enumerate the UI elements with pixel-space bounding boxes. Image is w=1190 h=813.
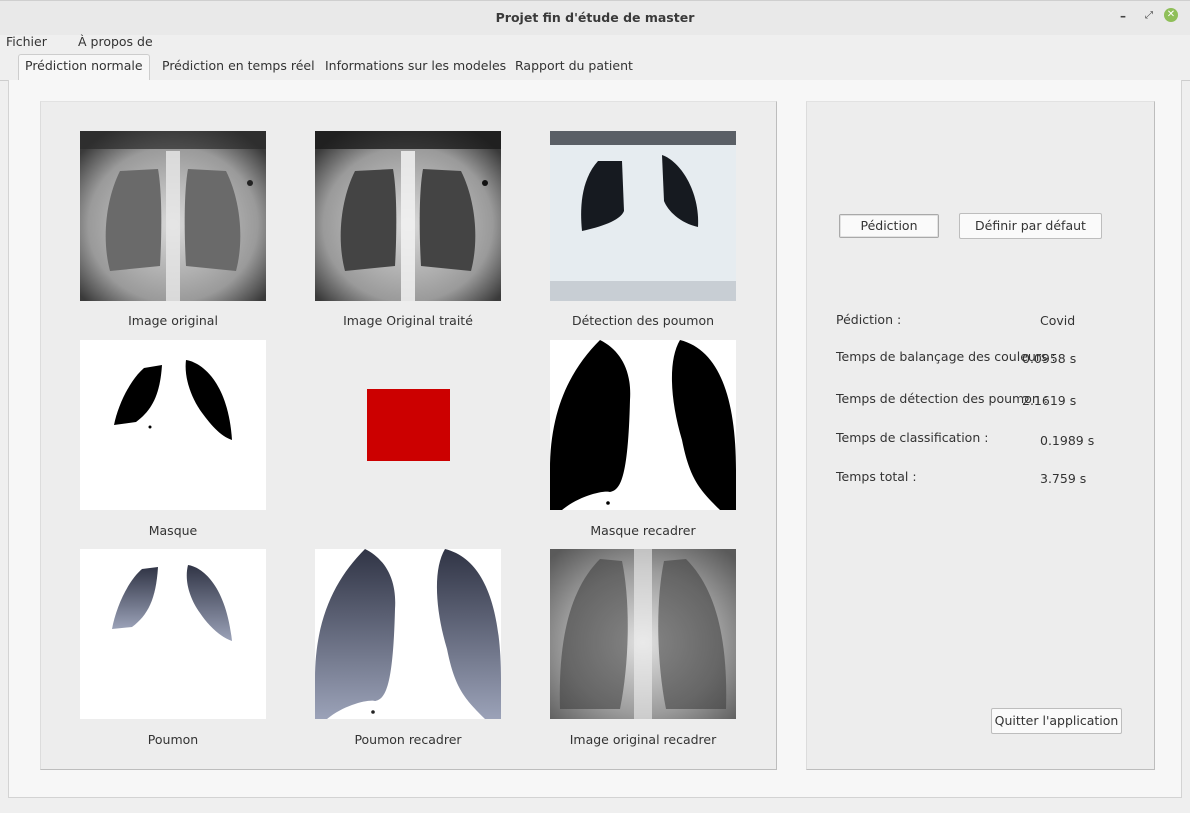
cropped-lungs-image: [315, 549, 501, 719]
lung-detection-image: [550, 131, 736, 301]
result-value-lung-detection: 2.1619 s: [1022, 393, 1077, 408]
result-value-total: 3.759 s: [1040, 471, 1087, 486]
result-value-prediction: Covid: [1040, 313, 1076, 328]
result-label-prediction: Pédiction :: [836, 312, 902, 327]
maximize-icon[interactable]: ⤢: [1141, 8, 1157, 24]
result-label-total: Temps total :: [836, 469, 917, 484]
caption-image-original: Image original: [128, 313, 218, 328]
menu-fichier[interactable]: Fichier: [6, 34, 47, 49]
close-icon: ✕: [1164, 8, 1178, 22]
tab-prediction-temps-reel[interactable]: Prédiction en temps réel: [162, 58, 315, 73]
original-image: [80, 131, 266, 301]
caption-image-original-traite: Image Original traité: [343, 313, 473, 328]
image-panel: Image original Image Original traité Dét…: [40, 101, 777, 770]
mask-image: [80, 340, 266, 510]
caption-detection-poumon: Détection des poumon: [571, 313, 715, 328]
tab-informations-modeles[interactable]: Informations sur les modeles: [325, 58, 506, 73]
status-square: [367, 389, 450, 461]
cropped-original-image: [550, 549, 736, 719]
tab-bar: Prédiction normale Prédiction en temps r…: [0, 52, 1190, 81]
processed-image: [315, 131, 501, 301]
caption-poumon: Poumon: [147, 732, 199, 747]
caption-image-original-recadrer: Image original recadrer: [569, 732, 717, 747]
tab-prediction-normale[interactable]: Prédiction normale: [18, 54, 150, 81]
window-title: Projet fin d'étude de master: [495, 10, 695, 25]
tab-rapport-patient[interactable]: Rapport du patient: [515, 58, 633, 73]
caption-poumon-recadrer: Poumon recadrer: [354, 732, 462, 747]
quit-button[interactable]: Quitter l'application: [991, 708, 1122, 734]
result-value-color-balance: 0.0958 s: [1022, 351, 1077, 366]
caption-masque-recadrer: Masque recadrer: [590, 523, 696, 538]
cropped-mask-image: [550, 340, 736, 510]
close-window-button[interactable]: ✕: [1164, 8, 1180, 24]
menu-a-propos[interactable]: À propos de: [78, 34, 153, 49]
minimize-icon[interactable]: –: [1115, 8, 1131, 24]
control-panel: Pédiction Définir par défaut Pédiction :…: [806, 101, 1155, 770]
result-value-classification: 0.1989 s: [1040, 433, 1095, 448]
title-bar: Projet fin d'étude de master – ⤢ ✕: [0, 0, 1190, 35]
predict-button[interactable]: Pédiction: [839, 214, 939, 238]
lungs-image: [80, 549, 266, 719]
reset-default-button[interactable]: Définir par défaut: [959, 213, 1102, 239]
result-label-lung-detection: Temps de détection des poumon :: [836, 391, 1048, 406]
result-label-classification: Temps de classification :: [836, 430, 989, 445]
caption-masque: Masque: [148, 523, 198, 538]
